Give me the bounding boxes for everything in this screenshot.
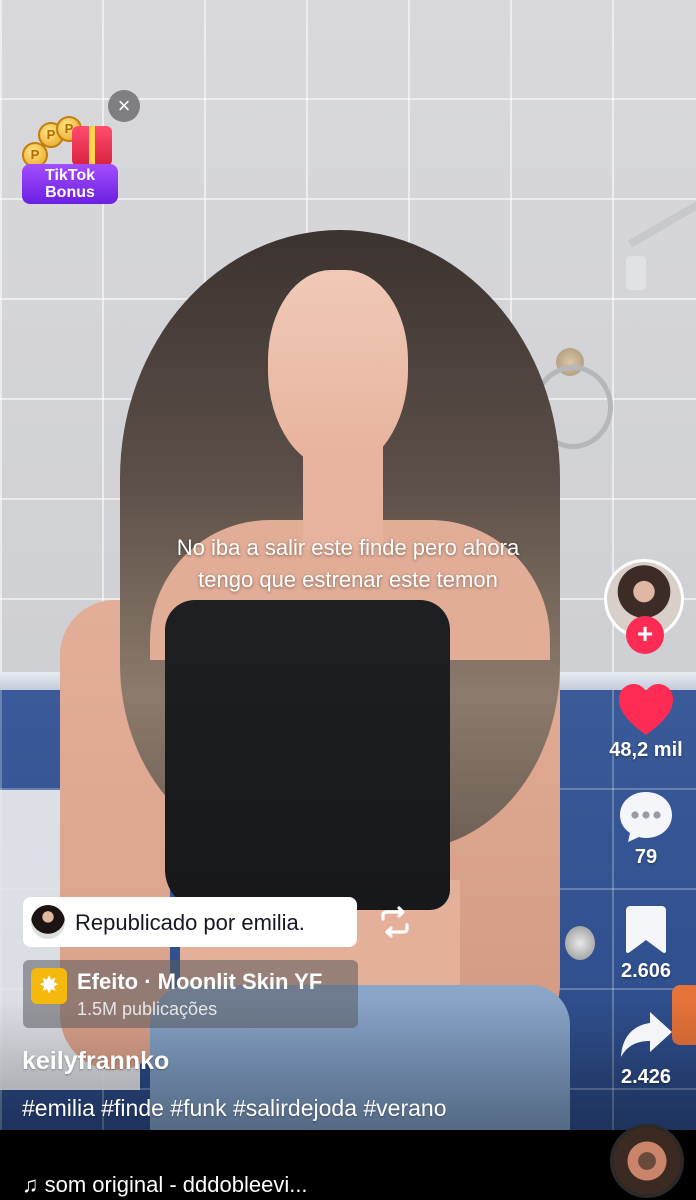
comment-bubble-icon: [620, 792, 672, 842]
comment-count: 79: [634, 846, 658, 868]
effect-name: Efeito · Moonlit Skin YF: [77, 969, 323, 994]
reposter-avatar: [31, 905, 65, 939]
music-info[interactable]: ♫ som original - dddobleevi...: [22, 1172, 308, 1198]
bonus-label: TikTok Bonus: [22, 164, 118, 204]
share-arrow-icon: [621, 1012, 672, 1057]
like-button[interactable]: 48,2 mil: [604, 683, 688, 762]
follow-button[interactable]: +: [626, 616, 664, 654]
video-caption: No iba a salir este finde pero ahora ten…: [60, 532, 636, 596]
effect-post-count: 1.5M publicações: [77, 999, 218, 1019]
save-count: 2.606: [620, 960, 672, 982]
comment-button[interactable]: 79: [604, 790, 688, 869]
music-note-icon: ♫: [22, 1172, 39, 1197]
repost-banner[interactable]: Republicado por emilia.: [23, 897, 357, 947]
gift-box-icon: [72, 126, 112, 166]
caption-line-2: tengo que estrenar este temon: [198, 567, 498, 592]
person-face: [268, 270, 408, 470]
share-button[interactable]: 2.426: [604, 1010, 688, 1089]
effect-sparkle-icon: ✸: [31, 968, 67, 1004]
bonus-close-button[interactable]: ×: [108, 90, 140, 122]
music-title: som original - dddobleevi...: [44, 1172, 308, 1197]
bonus-label-line1: TikTok: [44, 167, 96, 184]
like-count: 48,2 mil: [609, 739, 683, 761]
bonus-label-line2: Bonus: [45, 184, 95, 201]
tiktok-bonus-widget[interactable]: P P P TikTok Bonus: [20, 116, 120, 208]
repost-icon[interactable]: [375, 902, 415, 942]
music-disc-icon[interactable]: [610, 1124, 684, 1198]
share-count: 2.426: [620, 1066, 672, 1088]
video-hashtags[interactable]: #emilia #finde #funk #salirdejoda #veran…: [22, 1092, 582, 1125]
author-username[interactable]: keilyfrannko: [22, 1047, 169, 1076]
faucet-knob: [565, 926, 595, 960]
caption-line-1: No iba a salir este finde pero ahora: [176, 535, 520, 560]
save-button[interactable]: 2.606: [604, 904, 688, 983]
heart-icon: [619, 684, 673, 735]
repost-text: Republicado por emilia.: [75, 910, 305, 935]
shower-rod-base: [626, 256, 646, 290]
person-black-top: [165, 600, 450, 910]
effect-anchor[interactable]: ✸ Efeito · Moonlit Skin YF 1.5M publicaç…: [23, 960, 358, 1028]
bookmark-icon: [626, 906, 666, 953]
